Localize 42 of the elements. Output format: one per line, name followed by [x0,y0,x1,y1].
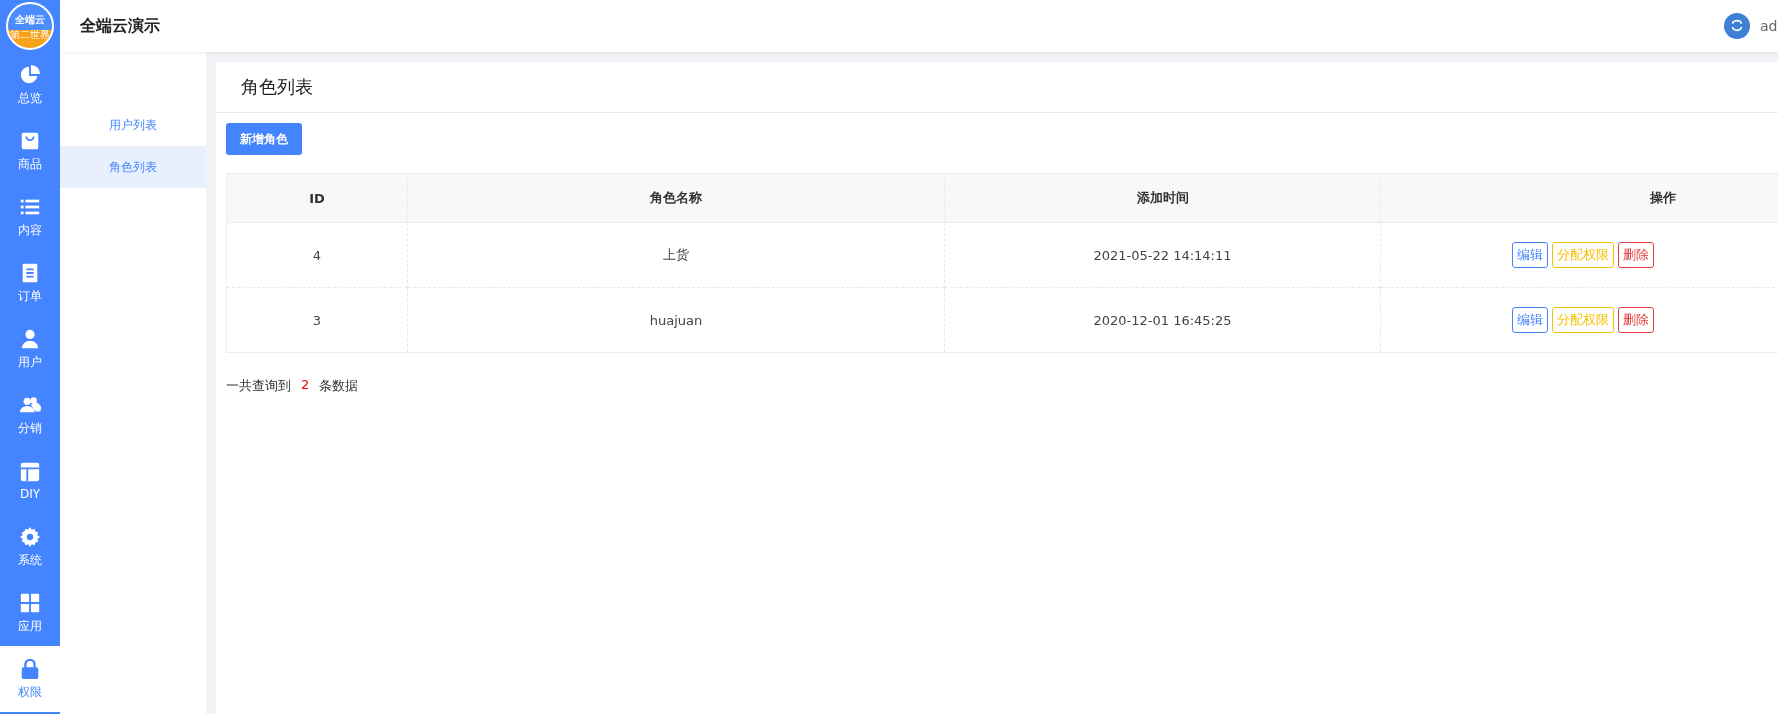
nav-rail-item[interactable]: 订单 [0,250,60,316]
app-title: 全端云演示 [80,15,160,37]
lock-icon [19,657,41,680]
delete-button[interactable]: 删除 [1618,242,1654,268]
sub-menu-item[interactable]: 角色列表 [60,146,206,188]
column-header: 添加时间 [944,173,1381,223]
layout-icon [19,461,41,483]
column-header: ID [226,173,408,223]
table-cell: huajuan [407,287,945,353]
nav-rail-item[interactable]: 分销 [0,382,60,448]
pie-chart-icon [19,63,41,86]
summary-text: 条数据 [319,377,359,395]
column-header: 角色名称 [407,173,945,223]
nav-rail-item[interactable]: 系统 [0,514,60,580]
result-count: 2 [301,377,310,394]
edit-button[interactable]: 编辑 [1512,242,1548,268]
nav-rail-item[interactable]: 用户 [0,316,60,382]
table-cell: 2021-05-22 14:14:11 [944,222,1381,288]
nav-rail-item[interactable]: 总览 [0,52,60,118]
nav-rail-item[interactable]: DIY [0,448,60,514]
sub-menu-item[interactable]: 用户列表 [60,104,206,146]
add-role-button[interactable]: 新增角色 [226,123,302,155]
settings-icon [19,525,41,548]
nav-rail-item[interactable]: 应用 [0,580,60,646]
column-header: 操作 [1380,173,1778,223]
table-cell: 4 [226,222,408,288]
edit-button[interactable]: 编辑 [1512,307,1548,333]
page-title: 角色列表 [241,75,313,99]
table-cell: 上货 [407,222,945,288]
user-name[interactable]: ad [1760,18,1778,34]
nav-rail-item[interactable]: 内容 [0,184,60,250]
delete-button[interactable]: 删除 [1618,307,1654,333]
table-cell: 2020-12-01 16:45:25 [944,287,1381,353]
nav-rail-item[interactable]: 权限 [0,646,60,712]
summary-text: 一共查询到 [226,377,291,395]
avatar-icon [1724,13,1750,39]
nav-rail-item[interactable]: 商品 [0,118,60,184]
grid-icon [19,591,41,614]
table-cell: 3 [226,287,408,353]
logo-ribbon-text: 第二世界 [10,28,50,41]
person-icon [19,327,41,350]
logo-text: 全端云 [15,13,45,26]
